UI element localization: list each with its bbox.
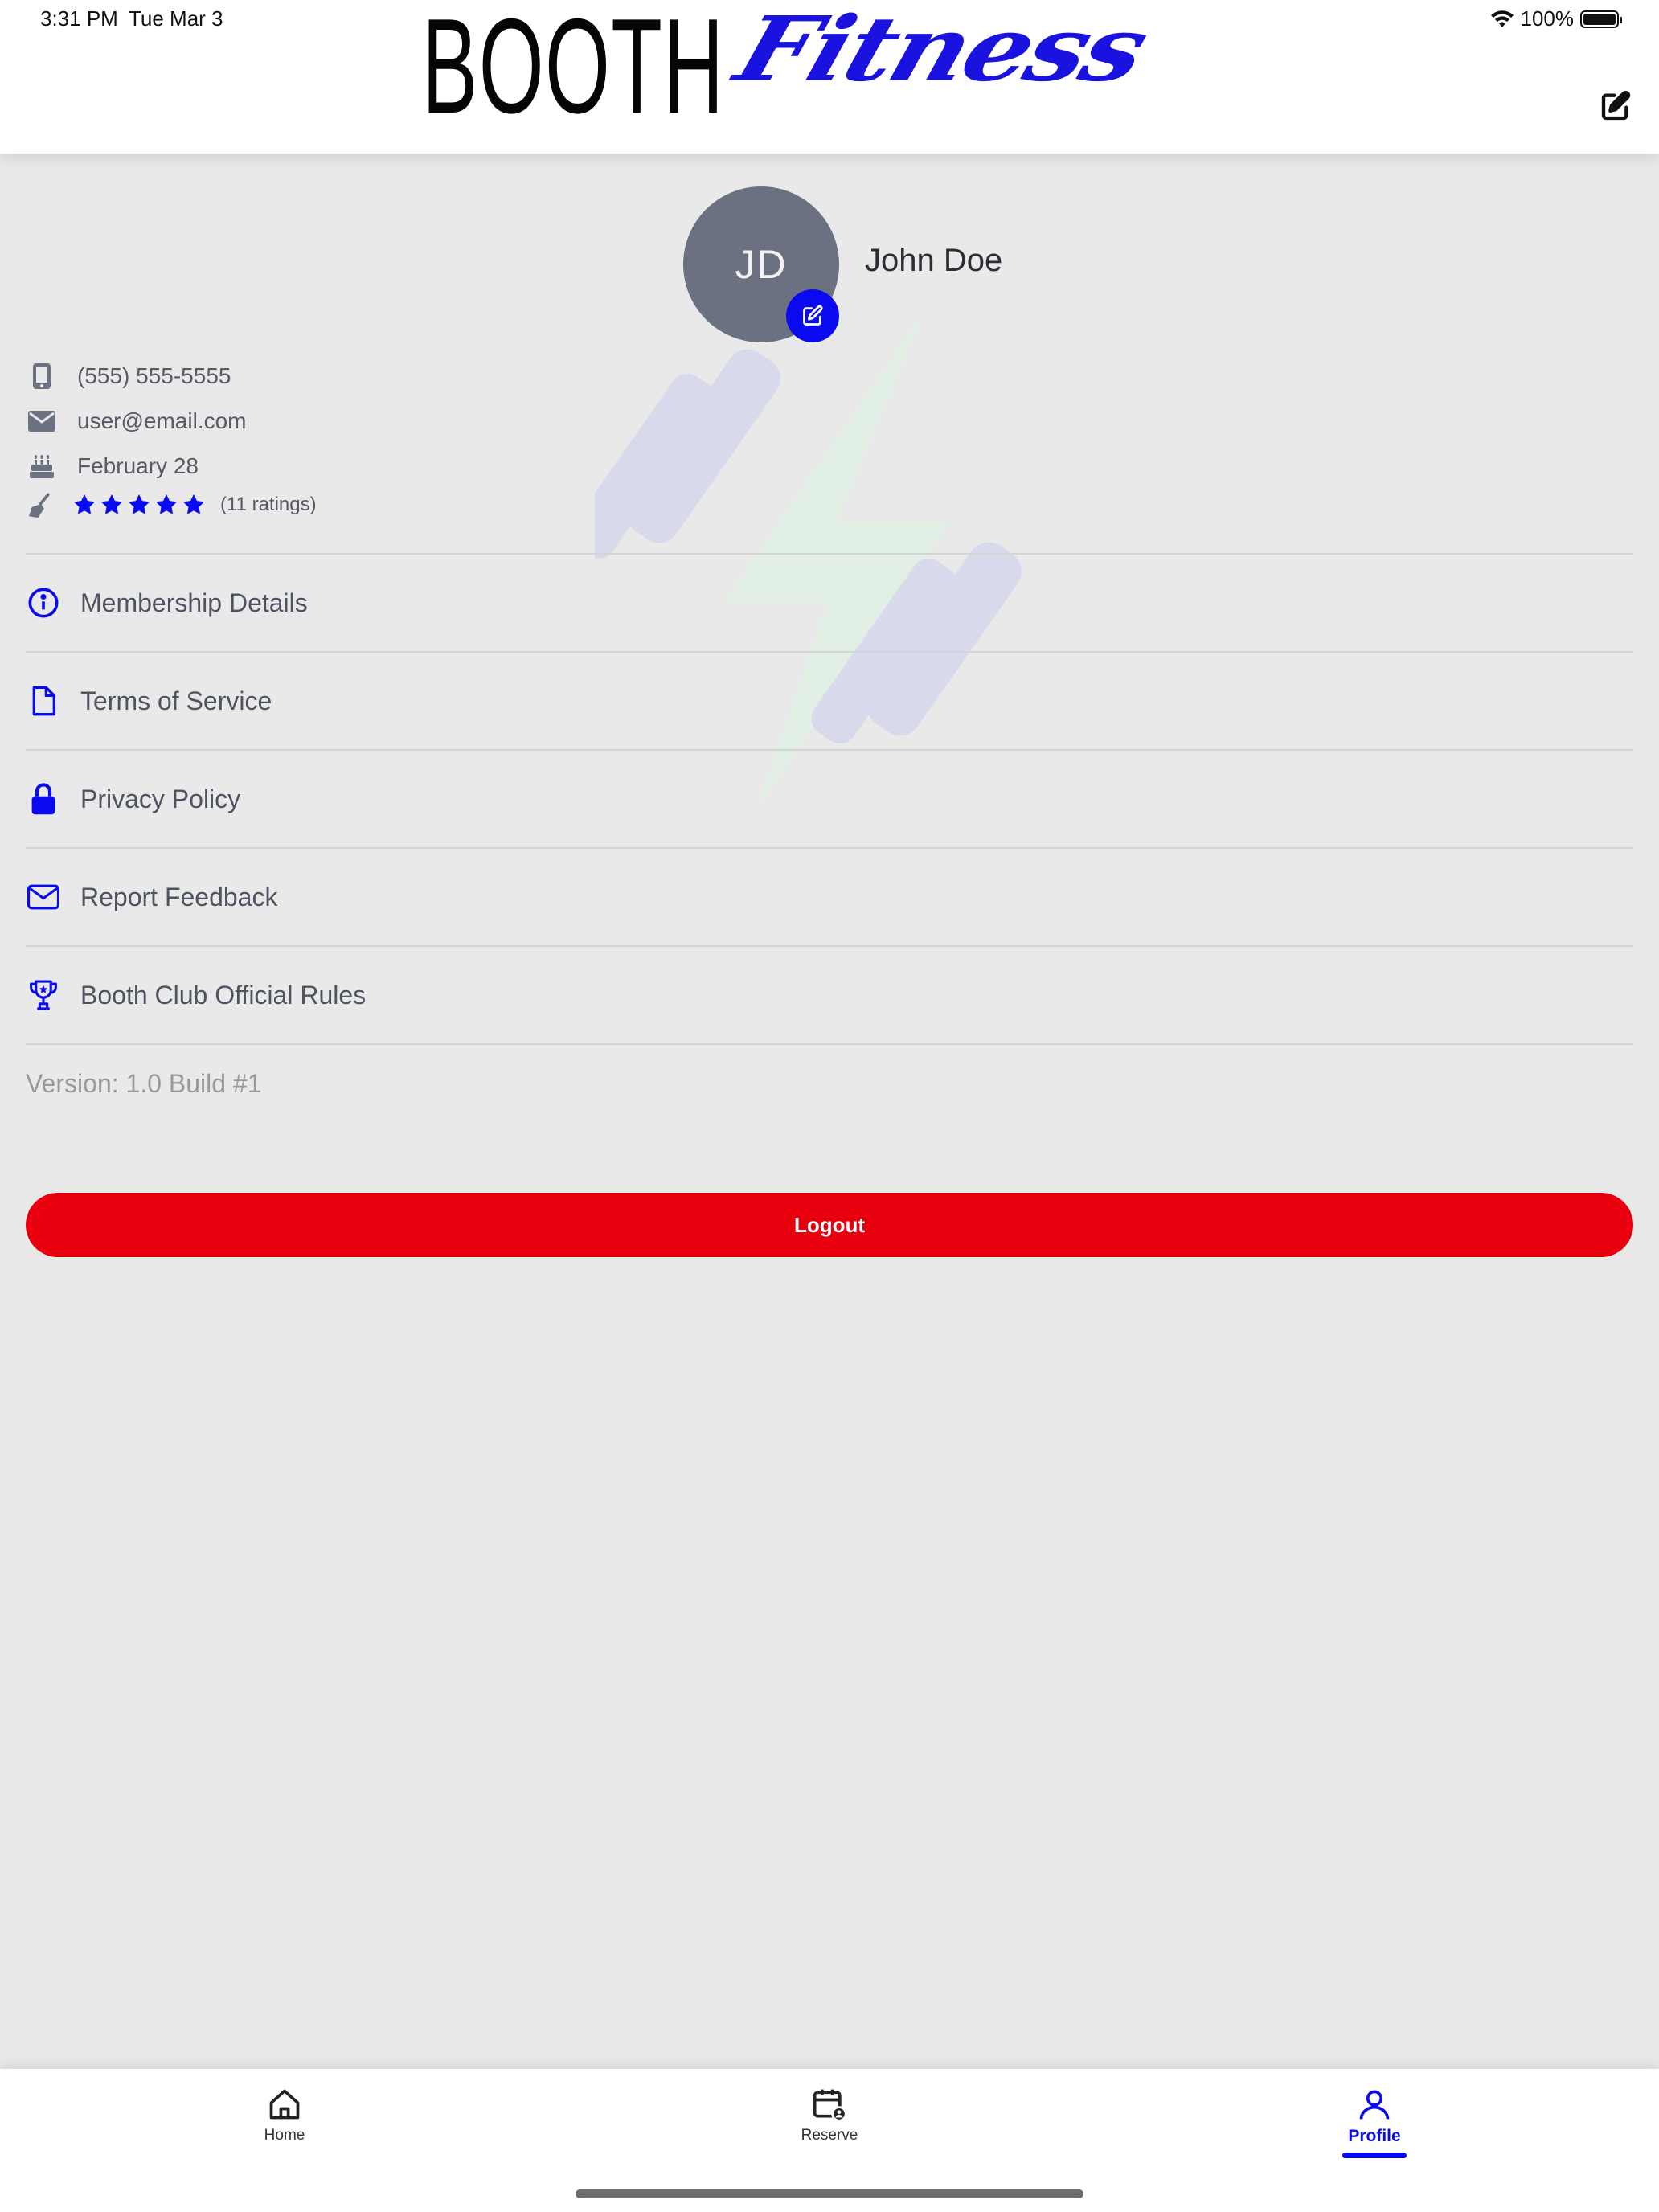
star-icon bbox=[155, 494, 178, 514]
menu-item-label: Privacy Policy bbox=[80, 784, 241, 813]
menu-item-terms-of-service[interactable]: Terms of Service bbox=[26, 653, 1633, 749]
email-address: user@email.com bbox=[77, 408, 247, 433]
broom-icon bbox=[27, 490, 56, 519]
battery-icon bbox=[1580, 10, 1622, 28]
avatar-initials: JD bbox=[735, 242, 788, 287]
email-row: user@email.com bbox=[27, 407, 246, 436]
tab-home[interactable]: Home bbox=[204, 2087, 365, 2144]
star-icon bbox=[128, 494, 150, 514]
status-time: 3:31 PM bbox=[40, 6, 118, 31]
calendar-icon bbox=[813, 2089, 847, 2122]
menu-item-booth-club-official-rules[interactable]: Booth Club Official Rules bbox=[26, 947, 1633, 1043]
app-header: 3:31 PM Tue Mar 3 100% BOOTH Fitness bbox=[0, 0, 1659, 154]
trophy-icon bbox=[26, 977, 61, 1013]
menu-item-label: Report Feedback bbox=[80, 882, 278, 911]
logout-button[interactable]: Logout bbox=[26, 1193, 1633, 1257]
phone-icon bbox=[27, 362, 56, 391]
status-indicators: 100% bbox=[1490, 6, 1622, 31]
lock-icon bbox=[26, 781, 61, 817]
phone-number: (555) 555-5555 bbox=[77, 363, 231, 388]
person-icon bbox=[1359, 2090, 1390, 2120]
menu-item-membership-details[interactable]: Membership Details bbox=[26, 555, 1633, 651]
edit-icon[interactable] bbox=[1600, 90, 1632, 122]
menu-item-privacy-policy[interactable]: Privacy Policy bbox=[26, 751, 1633, 847]
phone-row: (555) 555-5555 bbox=[27, 362, 231, 391]
birthday-row: February 28 bbox=[27, 452, 199, 481]
cake-icon bbox=[27, 452, 56, 481]
tab-label: Profile bbox=[1348, 2127, 1401, 2145]
tab-label: Home bbox=[264, 2127, 305, 2144]
rating-row: (11 ratings) bbox=[27, 490, 317, 519]
menu-item-report-feedback[interactable]: Report Feedback bbox=[26, 849, 1633, 945]
menu-item-label: Booth Club Official Rules bbox=[80, 980, 367, 1010]
menu-item-label: Terms of Service bbox=[80, 686, 272, 715]
star-icon bbox=[100, 494, 123, 514]
divider bbox=[26, 1043, 1633, 1045]
home-indicator[interactable] bbox=[576, 2189, 1083, 2198]
star-icon bbox=[182, 494, 205, 514]
logo-booth-text: BOOTH bbox=[422, 0, 725, 141]
logo-fitness-text: Fitness bbox=[724, 0, 1158, 101]
user-name: John Doe bbox=[865, 243, 1003, 278]
tab-label: Reserve bbox=[801, 2127, 858, 2144]
envelope-icon bbox=[26, 879, 61, 915]
status-date: Tue Mar 3 bbox=[129, 6, 223, 31]
version-text: Version: 1.0 Build #1 bbox=[26, 1069, 262, 1098]
rating-stars bbox=[72, 493, 206, 517]
battery-percent: 100% bbox=[1520, 6, 1575, 31]
avatar-edit-button[interactable] bbox=[786, 289, 839, 342]
wifi-icon bbox=[1490, 10, 1514, 27]
ratings-count: (11 ratings) bbox=[220, 494, 317, 515]
envelope-icon bbox=[27, 407, 56, 436]
edit-icon bbox=[803, 305, 823, 326]
info-icon bbox=[26, 585, 61, 621]
tab-reserve[interactable]: Reserve bbox=[749, 2087, 910, 2144]
birthday-date: February 28 bbox=[77, 453, 199, 478]
document-icon bbox=[26, 683, 61, 719]
menu-item-label: Membership Details bbox=[80, 588, 308, 617]
star-icon bbox=[73, 494, 96, 514]
active-tab-indicator bbox=[1342, 2153, 1407, 2158]
tab-profile[interactable]: Profile bbox=[1294, 2087, 1455, 2158]
home-icon bbox=[269, 2089, 300, 2120]
